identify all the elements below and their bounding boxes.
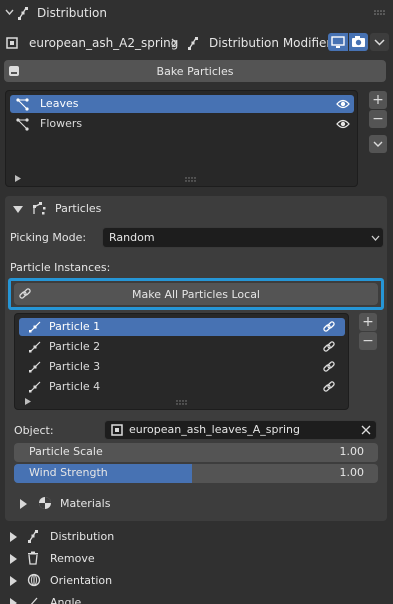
particle-instance-icon	[29, 341, 41, 353]
distribution-section[interactable]: Distribution	[0, 527, 393, 547]
panel-title: Distribution	[37, 6, 108, 20]
modifier-icon	[187, 36, 199, 50]
particle-instance-icon	[29, 381, 41, 393]
make-local-label: Make All Particles Local	[132, 287, 260, 301]
materials-label: Materials	[60, 497, 111, 510]
angle-icon	[27, 595, 41, 604]
particle-system-list: Leaves Flowers	[5, 90, 358, 187]
wind-strength-slider[interactable]: Wind Strength 1.00	[14, 464, 378, 483]
chevron-right-icon	[10, 598, 17, 604]
orientation-icon	[27, 573, 41, 587]
add-instance-button[interactable]: +	[359, 313, 377, 331]
list-item-label: Particle 4	[49, 380, 101, 393]
materials-icon	[38, 496, 52, 510]
drag-handle-icon[interactable]	[374, 10, 386, 16]
list-item[interactable]: Particle 3	[19, 358, 345, 376]
particles-icon	[32, 201, 46, 215]
link-icon	[18, 287, 32, 301]
viewport-display-toggle[interactable]	[328, 33, 348, 51]
expand-filter-icon[interactable]	[25, 398, 31, 405]
picking-mode-label: Picking Mode:	[10, 231, 87, 244]
link-icon[interactable]	[322, 360, 336, 374]
chevron-right-icon	[10, 554, 17, 564]
particle-scale-label: Particle Scale	[29, 445, 103, 458]
link-icon[interactable]	[322, 320, 336, 334]
remove-instance-button[interactable]: −	[359, 332, 377, 350]
object-icon	[111, 424, 123, 436]
particle-instances-label: Particle Instances:	[10, 261, 111, 274]
render-camera-toggle[interactable]	[349, 33, 368, 51]
trash-icon	[27, 551, 39, 565]
close-icon[interactable]	[361, 425, 371, 435]
chevron-down-icon	[13, 206, 23, 213]
list-item[interactable]: Particle 1	[19, 318, 345, 336]
section-label: Orientation	[50, 574, 113, 587]
particle-system-icon	[16, 98, 29, 111]
object-field[interactable]: european_ash_leaves_A_spring	[104, 420, 377, 440]
list-item-label: Particle 3	[49, 360, 101, 373]
picking-mode-dropdown[interactable]: Random	[102, 227, 384, 248]
breadcrumb: european_ash_A2_spring Distribution Modi…	[0, 30, 393, 56]
wind-strength-value: 1.00	[339, 466, 365, 479]
list-item-label: Particle 1	[49, 320, 101, 333]
particle-instance-icon	[29, 321, 41, 333]
particle-instances-list: Particle 1 Particle 2 Particle 3 Particl…	[14, 313, 349, 410]
orientation-section[interactable]: Orientation	[0, 571, 393, 591]
bake-icon	[8, 65, 20, 77]
eye-icon[interactable]	[336, 118, 350, 130]
distribution-icon	[17, 6, 29, 20]
list-item-label: Particle 2	[49, 340, 101, 353]
distribution-panel-header[interactable]: Distribution	[0, 0, 393, 26]
materials-subpanel-header[interactable]: Materials	[14, 494, 374, 514]
list-resize-handle-icon[interactable]	[176, 400, 188, 405]
particles-title: Particles	[55, 202, 102, 215]
chevron-right-icon	[10, 532, 17, 542]
object-value: european_ash_leaves_A_spring	[129, 423, 300, 436]
particle-scale-value: 1.00	[339, 445, 365, 458]
particle-system-icon	[16, 118, 29, 131]
link-icon[interactable]	[322, 340, 336, 354]
chevron-right-icon	[171, 38, 177, 48]
list-item-label: Flowers	[40, 117, 83, 130]
object-label: Object:	[14, 424, 54, 437]
make-all-particles-local-button[interactable]: Make All Particles Local	[14, 283, 378, 305]
breadcrumb-modifier[interactable]: Distribution Modifier	[209, 36, 331, 50]
list-item[interactable]: Particle 4	[19, 378, 345, 396]
list-item[interactable]: Particle 2	[19, 338, 345, 356]
list-item[interactable]: Flowers	[10, 115, 354, 133]
expand-filter-icon[interactable]	[15, 175, 21, 182]
particle-scale-field[interactable]: Particle Scale 1.00	[14, 443, 378, 462]
distribution-icon	[27, 529, 39, 543]
section-label: Angle	[50, 596, 82, 604]
picking-mode-value: Random	[109, 231, 155, 244]
particles-subpanel-header[interactable]: Particles	[5, 198, 387, 220]
list-item-label: Leaves	[40, 97, 79, 110]
remove-system-button[interactable]: −	[369, 110, 387, 128]
particle-instance-icon	[29, 361, 41, 373]
dropdown-button[interactable]	[370, 33, 389, 51]
object-icon	[6, 37, 18, 49]
specials-menu-button[interactable]	[369, 135, 387, 153]
link-icon[interactable]	[322, 380, 336, 394]
breadcrumb-object[interactable]: european_ash_A2_spring	[29, 36, 178, 50]
bake-particles-label: Bake Particles	[156, 64, 234, 78]
section-label: Remove	[50, 552, 95, 565]
chevron-down-icon	[5, 9, 14, 16]
list-item[interactable]: Leaves	[10, 95, 354, 113]
section-label: Distribution	[50, 530, 115, 543]
list-resize-handle-icon[interactable]	[185, 177, 197, 182]
remove-section[interactable]: Remove	[0, 549, 393, 569]
chevron-right-icon	[10, 576, 17, 586]
chevron-right-icon	[20, 499, 27, 509]
wind-strength-label: Wind Strength	[29, 466, 108, 479]
bake-particles-button[interactable]: Bake Particles	[4, 60, 386, 82]
chevron-down-icon	[371, 235, 380, 241]
add-system-button[interactable]: +	[369, 91, 387, 109]
angle-section[interactable]: Angle	[0, 593, 393, 604]
eye-icon[interactable]	[336, 98, 350, 110]
